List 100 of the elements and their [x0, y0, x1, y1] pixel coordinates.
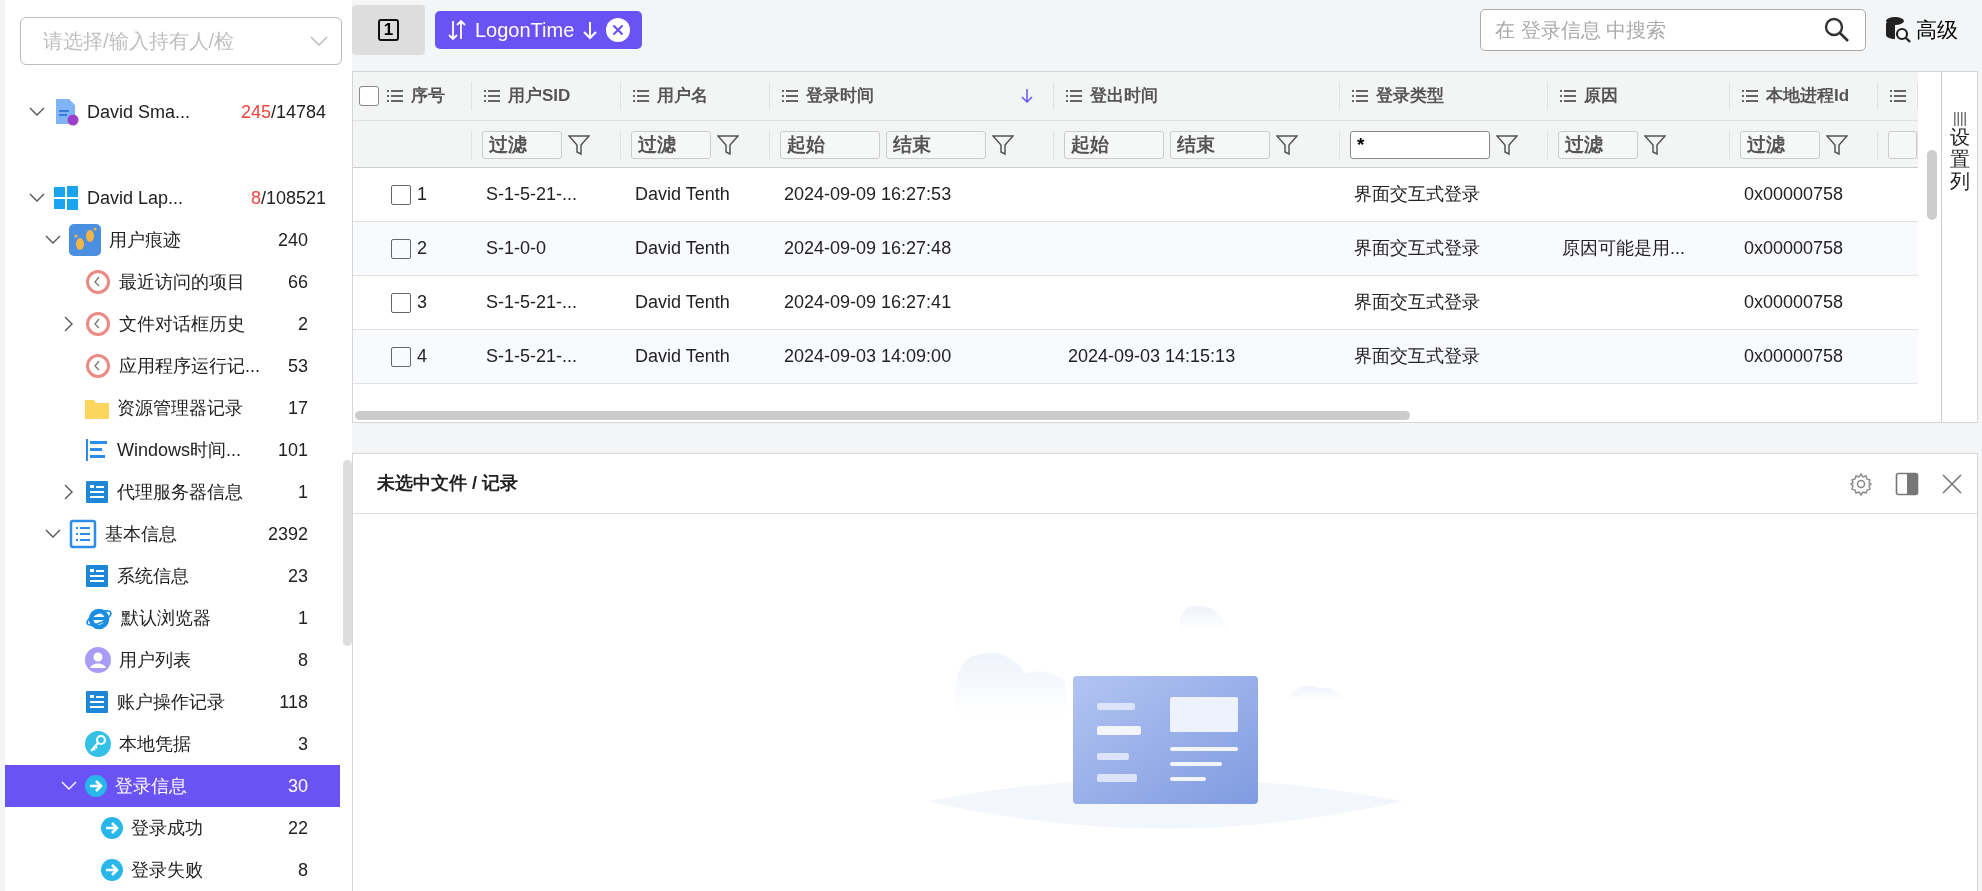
scrollbar[interactable] — [343, 460, 352, 646]
close-button[interactable] — [1941, 472, 1963, 495]
list-icon[interactable] — [633, 89, 649, 103]
page-button[interactable]: 1 — [352, 5, 425, 55]
tree-item[interactable]: David Sma... 245/14784 — [5, 91, 340, 133]
table-cell-text: 3 — [417, 291, 427, 314]
chevron-right-icon[interactable] — [64, 484, 74, 500]
list-icon[interactable] — [387, 89, 403, 103]
item-count: 8 — [298, 858, 308, 882]
chevron-down-icon — [310, 36, 328, 46]
tree-item[interactable]: 本地凭据 3 — [5, 723, 340, 765]
id-card-icon — [85, 480, 109, 504]
filter-field[interactable]: 过滤 — [1740, 131, 1820, 159]
arrow-right-icon — [101, 817, 123, 839]
list-icon[interactable] — [1066, 89, 1082, 103]
column-header[interactable]: 序号 — [411, 83, 445, 109]
tree-item[interactable]: 文件对话框历史 2 — [5, 303, 340, 345]
column-header[interactable]: 登录类型 — [1376, 83, 1444, 109]
filter-icon[interactable] — [568, 134, 590, 156]
list-icon[interactable] — [1742, 89, 1758, 103]
list-icon[interactable] — [484, 89, 500, 103]
tree-item[interactable]: 登录信息 30 — [5, 765, 340, 807]
close-icon[interactable] — [606, 18, 631, 42]
scrollbar[interactable] — [355, 411, 1410, 420]
list-icon[interactable] — [1890, 89, 1906, 103]
tree-item[interactable]: 最近访问的项目 66 — [5, 261, 340, 303]
checkbox[interactable] — [391, 346, 411, 367]
sort-chip[interactable]: LogonTime — [435, 11, 643, 49]
column-header[interactable]: 用户名 — [657, 83, 708, 109]
filter-field[interactable] — [1888, 131, 1917, 159]
filter-icon[interactable] — [1644, 134, 1666, 156]
item-label: 最近访问的项目 — [119, 270, 246, 294]
filter-field[interactable]: * — [1350, 131, 1490, 159]
tree-item[interactable]: 登录成功 22 — [5, 807, 340, 849]
tree-item[interactable]: 默认浏览器 1 — [5, 597, 340, 639]
item-label: 代理服务器信息 — [117, 480, 244, 504]
chevron-down-icon[interactable] — [45, 235, 61, 245]
tree-item[interactable]: 应用程序运行记... 53 — [5, 345, 340, 387]
column-header[interactable]: 本地进程Id — [1766, 83, 1850, 109]
filter-field[interactable]: 过滤 — [482, 131, 562, 159]
chevron-down-icon[interactable] — [29, 107, 45, 117]
settings-button[interactable] — [1849, 471, 1873, 496]
filter-field[interactable]: 起始 — [780, 131, 880, 159]
column-header[interactable]: 登出时间 — [1090, 83, 1158, 109]
table-cell-text: 2024-09-03 14:15:13 — [1068, 345, 1236, 368]
tree-item[interactable]: 系统信息 23 — [5, 555, 340, 597]
id-card-icon — [85, 564, 109, 588]
list-icon[interactable] — [1352, 89, 1368, 103]
tree-item[interactable]: David Lap... 8/108521 — [5, 177, 340, 219]
item-label: 用户痕迹 — [109, 228, 182, 252]
grip-icon[interactable] — [1953, 112, 1966, 126]
arrow-down-icon — [582, 20, 599, 40]
item-label: 用户列表 — [119, 648, 192, 672]
tree-item[interactable]: 账户操作记录 118 — [5, 681, 340, 723]
chevron-down-icon[interactable] — [45, 529, 61, 539]
toggle-panel-button[interactable] — [1895, 471, 1919, 496]
table-cell-text: 1 — [417, 183, 427, 206]
item-count: 2 — [298, 312, 308, 336]
document-icon — [53, 98, 79, 126]
table-cell-text: David Tenth — [635, 345, 730, 368]
tree-item[interactable]: 用户痕迹 240 — [5, 219, 340, 261]
list-icon[interactable] — [782, 89, 798, 103]
tree-item[interactable]: 用户列表 8 — [5, 639, 340, 681]
filter-field[interactable]: 过滤 — [631, 131, 711, 159]
column-header[interactable]: 原因 — [1584, 83, 1618, 109]
filter-icon[interactable] — [717, 134, 739, 156]
tree-item[interactable]: 基本信息 2392 — [5, 513, 340, 555]
tree-item[interactable]: 登录失败 8 — [5, 849, 340, 891]
tree-item[interactable]: 资源管理器记录 17 — [5, 387, 340, 429]
owner-select[interactable]: 请选择/输入持有人/检 — [20, 17, 342, 65]
filter-icon[interactable] — [1496, 134, 1518, 156]
table-cell-text: 原因可能是用... — [1562, 237, 1685, 260]
item-count: 240 — [277, 228, 308, 252]
column-header[interactable]: 登录时间 — [806, 83, 874, 109]
filter-field[interactable]: 过滤 — [1558, 131, 1638, 159]
sort-arrow-icon[interactable] — [1021, 88, 1033, 104]
column-header[interactable]: 用户SID — [508, 83, 571, 109]
filter-field[interactable]: 结束 — [886, 131, 986, 159]
chevron-right-icon[interactable] — [64, 316, 74, 332]
item-count: 53 — [287, 354, 308, 378]
search-field[interactable]: 在 登录信息 中搜索 — [1480, 9, 1866, 51]
advanced-search-button[interactable]: 高级 — [1876, 14, 1958, 46]
checkbox[interactable] — [391, 292, 411, 313]
tree-item[interactable]: 代理服务器信息 1 — [5, 471, 340, 513]
filter-icon[interactable] — [1276, 134, 1298, 156]
tree-item[interactable]: Windows时间... 101 — [5, 429, 340, 471]
filter-field[interactable]: 起始 — [1064, 131, 1164, 159]
filter-icon[interactable] — [1826, 134, 1848, 156]
item-count: 3 — [298, 732, 308, 756]
checkbox[interactable] — [391, 184, 411, 205]
checkbox[interactable] — [391, 238, 411, 259]
filter-icon[interactable] — [992, 134, 1014, 156]
key-icon — [85, 731, 111, 757]
scrollbar[interactable] — [1927, 150, 1937, 220]
column-settings-button[interactable]: 设置列 — [1949, 126, 1970, 192]
filter-field[interactable]: 结束 — [1170, 131, 1270, 159]
list-icon[interactable] — [1560, 89, 1576, 103]
checkbox[interactable] — [359, 86, 379, 106]
item-label: Windows时间... — [117, 438, 243, 462]
chevron-down-icon[interactable] — [29, 193, 45, 203]
